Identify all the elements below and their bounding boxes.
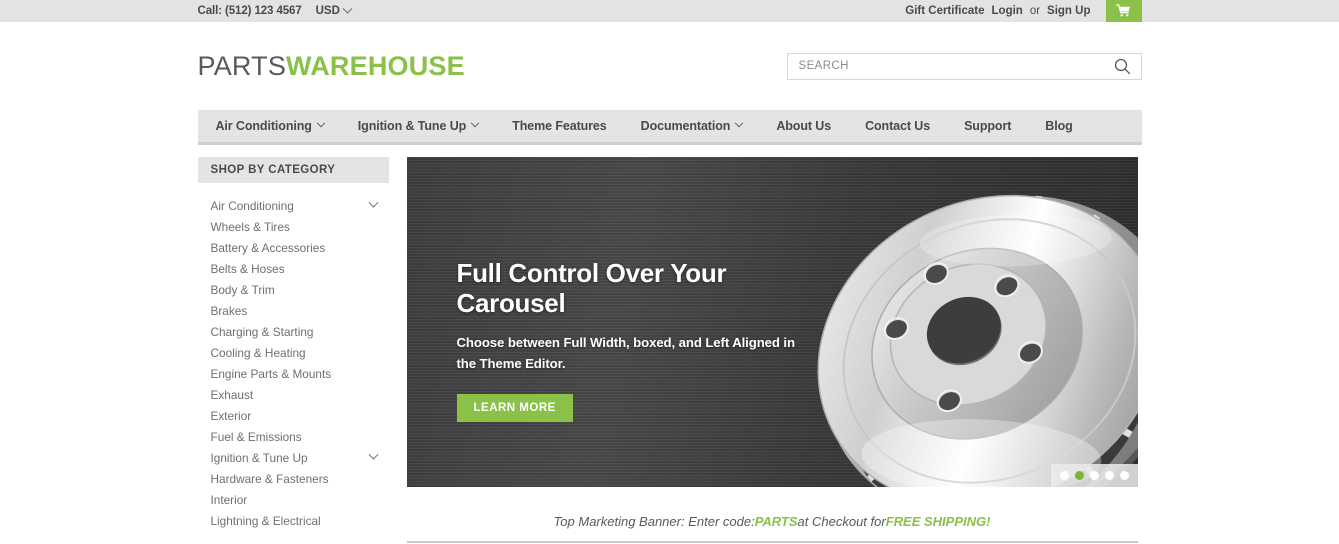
sidebar-item-lightning-electrical[interactable]: Lightning & Electrical — [198, 510, 389, 531]
carousel-dot-4[interactable] — [1104, 471, 1114, 480]
nav-item-contact-us[interactable]: Contact Us — [865, 119, 930, 133]
logo-text-secondary: WAREHOUSE — [286, 50, 465, 81]
nav-label: Contact Us — [865, 119, 931, 133]
nav-item-support[interactable]: Support — [964, 119, 1011, 133]
sign-up-link[interactable]: Sign Up — [1047, 5, 1090, 17]
logo-text-primary: PARTS — [197, 50, 287, 81]
phone-number: Call: (512) 123 4567 — [197, 5, 302, 17]
sidebar-item-brakes[interactable]: Brakes — [198, 300, 389, 321]
category-label: Lightning & Electrical — [210, 513, 321, 528]
carousel-title: Full Control Over Your Carousel — [456, 258, 727, 318]
carousel-subtitle: Choose between Full Width, boxed, and Le… — [456, 334, 796, 372]
nav-item-documentation[interactable]: Documentation — [640, 118, 744, 133]
hero-carousel[interactable]: Full Control Over Your Carousel Choose b… — [406, 157, 1138, 487]
search-submit-button[interactable] — [1112, 58, 1133, 75]
sidebar-item-exhaust[interactable]: Exhaust — [198, 384, 389, 405]
category-label: Interior — [210, 492, 248, 507]
category-label: Fuel & Emissions — [210, 429, 302, 444]
nav-item-ignition-tune-up[interactable]: Ignition & Tune Up — [357, 118, 480, 133]
sidebar-item-hardware-fasteners[interactable]: Hardware & Fasteners — [198, 468, 389, 489]
category-label: Engine Parts & Mounts — [210, 366, 332, 381]
category-label: Air Conditioning — [210, 198, 294, 213]
brake-rotor-image — [814, 182, 1138, 487]
cart-button[interactable] — [1105, 0, 1142, 22]
category-sidebar: SHOP BY CATEGORY Air Conditioning Wheels… — [197, 157, 389, 543]
topbar-left-group: Call: (512) 123 4567 USD — [197, 3, 353, 17]
carousel-dot-1[interactable] — [1059, 471, 1069, 480]
login-link[interactable]: Login — [992, 5, 1023, 17]
sidebar-item-engine-parts-mounts[interactable]: Engine Parts & Mounts — [198, 363, 389, 384]
sidebar-item-belts-hoses[interactable]: Belts & Hoses — [198, 258, 389, 279]
gift-certificate-link[interactable]: Gift Certificate — [905, 5, 984, 17]
nav-label: About Us — [776, 119, 832, 133]
nav-item-blog[interactable]: Blog — [1045, 119, 1072, 133]
carousel-pagination — [1050, 464, 1138, 487]
nav-label: Documentation — [640, 119, 731, 133]
category-label: Charging & Starting — [210, 324, 314, 339]
category-label: Exhaust — [210, 387, 254, 402]
magnifier-icon — [1114, 58, 1130, 74]
sidebar-item-fuel-emissions[interactable]: Fuel & Emissions — [198, 426, 389, 447]
carousel-dot-3[interactable] — [1089, 471, 1099, 480]
sidebar-heading: SHOP BY CATEGORY — [197, 157, 389, 183]
main-navigation: Air Conditioning Ignition & Tune Up Them… — [197, 110, 1142, 145]
chevron-down-icon[interactable] — [368, 197, 378, 208]
chevron-down-icon — [316, 118, 326, 128]
learn-more-button[interactable]: LEARN MORE — [456, 393, 573, 422]
nav-label: Ignition & Tune Up — [357, 119, 467, 133]
category-label: Belts & Hoses — [210, 261, 285, 276]
sidebar-item-body-trim[interactable]: Body & Trim — [198, 279, 389, 300]
category-label: Exterior — [210, 408, 252, 423]
category-list: Air Conditioning Wheels & Tires Battery … — [198, 183, 389, 531]
login-separator: or — [1029, 5, 1041, 17]
chevron-down-icon — [470, 118, 480, 128]
chevron-down-icon[interactable] — [368, 449, 378, 460]
carousel-text-block: Full Control Over Your Carousel Choose b… — [456, 258, 812, 422]
carousel-dot-2[interactable] — [1074, 471, 1084, 480]
sidebar-item-battery-accessories[interactable]: Battery & Accessories — [198, 237, 389, 258]
category-label: Cooling & Heating — [210, 345, 306, 360]
marketing-banner: Top Marketing Banner: Enter code: PARTS … — [407, 503, 1138, 539]
top-utility-bar: Call: (512) 123 4567 USD Gift Certificat… — [0, 0, 1339, 22]
currency-label: USD — [315, 5, 340, 17]
site-header: PARTSWAREHOUSE — [198, 22, 1142, 110]
topbar-right-group: Gift Certificate Login or Sign Up — [905, 0, 1142, 22]
banner-promo-code: PARTS — [754, 513, 798, 529]
chevron-down-icon — [735, 118, 744, 128]
content-divider — [406, 541, 1138, 543]
sidebar-item-interior[interactable]: Interior — [198, 489, 389, 510]
nav-item-air-conditioning[interactable]: Air Conditioning — [215, 118, 326, 133]
nav-label: Theme Features — [512, 119, 607, 133]
banner-promo-offer: FREE SHIPPING! — [885, 513, 991, 529]
top-utility-bar-inner: Call: (512) 123 4567 USD Gift Certificat… — [198, 0, 1142, 22]
category-label: Brakes — [210, 303, 248, 318]
currency-selector[interactable]: USD — [315, 3, 353, 17]
content-row: SHOP BY CATEGORY Air Conditioning Wheels… — [197, 145, 1142, 543]
nav-label: Support — [964, 119, 1012, 133]
nav-item-theme-features[interactable]: Theme Features — [512, 119, 607, 133]
category-label: Hardware & Fasteners — [210, 471, 329, 486]
carousel-dot-5[interactable] — [1119, 471, 1129, 480]
site-logo[interactable]: PARTSWAREHOUSE — [197, 50, 465, 81]
category-label: Battery & Accessories — [210, 240, 326, 255]
search-input[interactable] — [798, 60, 1112, 72]
category-label: Ignition & Tune Up — [210, 450, 308, 465]
chevron-down-icon — [342, 3, 353, 14]
banner-text-lead: Top Marketing Banner: Enter code: — [553, 513, 755, 529]
nav-label: Air Conditioning — [215, 119, 312, 133]
nav-label: Blog — [1045, 119, 1073, 133]
sidebar-item-cooling-heating[interactable]: Cooling & Heating — [198, 342, 389, 363]
shopping-cart-icon — [1116, 4, 1130, 17]
sidebar-item-charging-starting[interactable]: Charging & Starting — [198, 321, 389, 342]
banner-text-mid: at Checkout for — [797, 513, 886, 529]
main-column: Full Control Over Your Carousel Choose b… — [406, 157, 1142, 543]
sidebar-item-exterior[interactable]: Exterior — [198, 405, 389, 426]
sidebar-item-ignition-tune-up[interactable]: Ignition & Tune Up — [198, 447, 389, 468]
category-label: Wheels & Tires — [210, 219, 290, 234]
category-label: Body & Trim — [210, 282, 275, 297]
sidebar-item-wheels-tires[interactable]: Wheels & Tires — [198, 216, 389, 237]
sidebar-item-air-conditioning[interactable]: Air Conditioning — [198, 195, 389, 216]
nav-item-about-us[interactable]: About Us — [776, 119, 831, 133]
search-bar[interactable] — [786, 52, 1142, 80]
